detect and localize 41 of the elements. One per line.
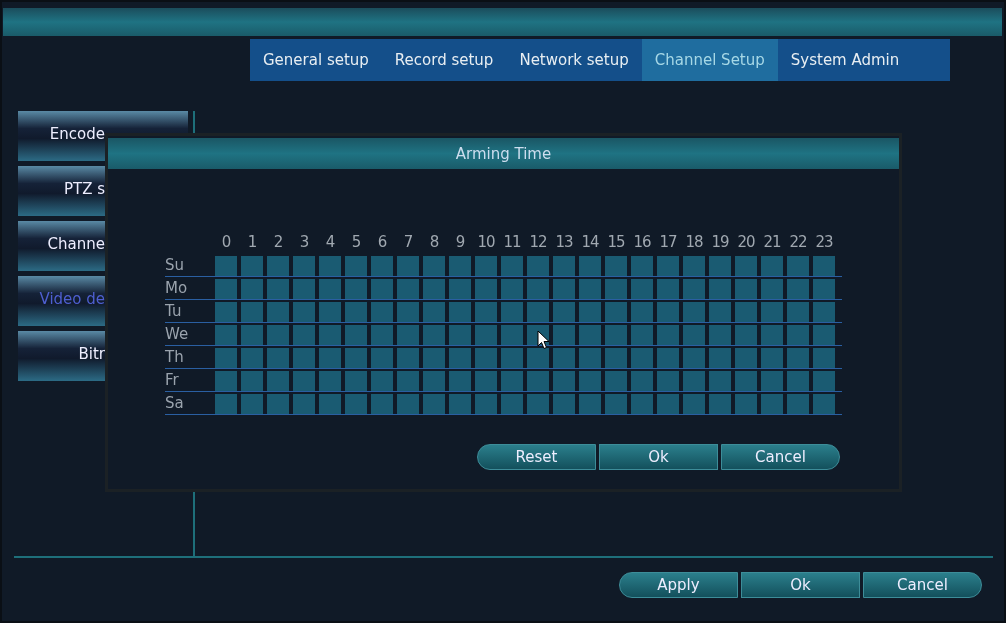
hour-label: 20 bbox=[736, 233, 756, 253]
hour-label: 6 bbox=[376, 233, 388, 253]
button[interactable]: Ok bbox=[741, 572, 860, 598]
day-label: Tu bbox=[165, 302, 183, 322]
dialog-title: Arming Time bbox=[108, 138, 899, 169]
button[interactable]: Cancel bbox=[721, 444, 840, 470]
hour-label: 10 bbox=[476, 233, 496, 253]
hour-label: 7 bbox=[402, 233, 414, 253]
hour-label: 19 bbox=[710, 233, 730, 253]
hour-label: 4 bbox=[324, 233, 336, 253]
hour-label: 16 bbox=[632, 233, 652, 253]
hour-label: 8 bbox=[428, 233, 440, 253]
hour-label: 9 bbox=[454, 233, 466, 253]
hour-label: 11 bbox=[502, 233, 522, 253]
tab[interactable]: Record setup bbox=[381, 39, 507, 81]
hour-label: 0 bbox=[220, 233, 232, 253]
hour-label: 5 bbox=[350, 233, 362, 253]
day-label: Th bbox=[165, 348, 185, 368]
hour-label: 15 bbox=[606, 233, 626, 253]
hour-label: 18 bbox=[684, 233, 704, 253]
mouse-pointer-icon bbox=[537, 330, 550, 350]
hour-label: 23 bbox=[814, 233, 834, 253]
day-label: Sa bbox=[165, 394, 185, 414]
button[interactable]: Apply bbox=[619, 572, 738, 598]
hour-label: 1 bbox=[246, 233, 258, 253]
button[interactable]: Ok bbox=[599, 444, 718, 470]
tab[interactable]: System Admin bbox=[777, 39, 913, 81]
button[interactable]: Cancel bbox=[863, 572, 982, 598]
hour-label: 3 bbox=[298, 233, 310, 253]
hour-label: 22 bbox=[788, 233, 808, 253]
hour-label: 21 bbox=[762, 233, 782, 253]
hour-label: 17 bbox=[658, 233, 678, 253]
tab[interactable]: Network setup bbox=[506, 39, 642, 81]
tab[interactable]: Channel Setup bbox=[641, 39, 778, 81]
button[interactable]: Reset bbox=[477, 444, 596, 470]
hour-label: 12 bbox=[528, 233, 548, 253]
hour-label: 13 bbox=[554, 233, 574, 253]
day-label: Mo bbox=[165, 279, 189, 299]
hour-label: 2 bbox=[272, 233, 284, 253]
hour-label: 14 bbox=[580, 233, 600, 253]
tab[interactable]: General setup bbox=[250, 39, 382, 81]
